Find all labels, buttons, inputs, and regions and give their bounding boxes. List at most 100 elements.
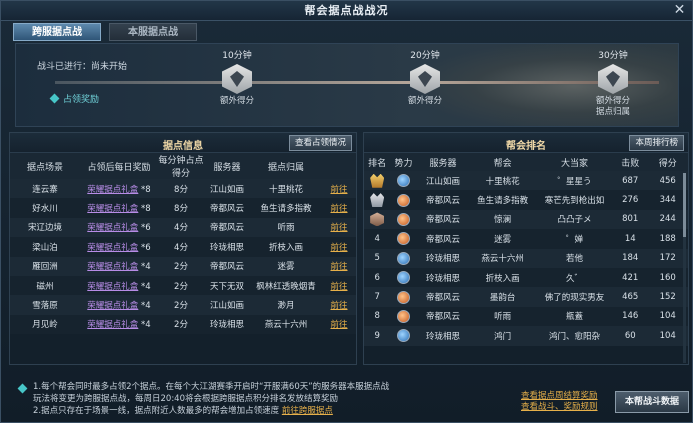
faction-cell bbox=[390, 209, 417, 230]
tab-cross-server[interactable]: 跨服据点战 bbox=[13, 23, 101, 41]
kills: 14 bbox=[613, 229, 648, 249]
guild-name: 听雨 bbox=[469, 306, 537, 327]
goto-link[interactable]: 前往 bbox=[330, 204, 347, 214]
owner-guild: 十里桃花 bbox=[250, 179, 322, 199]
panel-header: 帮会排名 本周排行榜 bbox=[364, 133, 688, 153]
reward-gift-link[interactable]: 荣耀据点礼盒 bbox=[87, 282, 138, 292]
leader-name: 鸿门、愈阳杂 bbox=[536, 326, 614, 346]
goto-cell: 前往 bbox=[322, 198, 356, 218]
ranking-scrollbar[interactable] bbox=[683, 173, 686, 363]
guild-ranking-panel: 帮会排名 本周排行榜 排名 势力 服务器 帮会 大当家 击败 得分 江山如画 十里… bbox=[363, 132, 689, 365]
guild-name: 惊澜 bbox=[469, 209, 537, 230]
guild-name: 迷雾 bbox=[469, 229, 537, 249]
kills: 184 bbox=[613, 248, 648, 268]
checkpoint-20min: 20分钟 额外得分 bbox=[393, 48, 457, 107]
tab-local-server[interactable]: 本服据点战 bbox=[109, 23, 197, 41]
occupy-reward-link[interactable]: 占领奖励 bbox=[49, 92, 99, 105]
goto-link[interactable]: 前往 bbox=[330, 282, 347, 292]
score-per-minute: 2分 bbox=[158, 275, 204, 296]
col-header: 势力 bbox=[390, 153, 417, 171]
reward-qty: *4 bbox=[141, 320, 151, 331]
goto-link[interactable]: 前往 bbox=[330, 262, 347, 272]
scene-name: 磁州 bbox=[10, 275, 80, 296]
rules-link[interactable]: 查看战斗、奖励规则 bbox=[521, 402, 598, 412]
score-per-minute: 8分 bbox=[158, 179, 204, 199]
daily-reward: 荣耀据点礼盒 *6 bbox=[80, 217, 158, 238]
table-row: 雁回洲 荣耀据点礼盒 *4 2分 帝都风云 迷雾 前往 bbox=[10, 256, 356, 276]
guild-stats-button[interactable]: 本帮战斗数据 bbox=[615, 391, 689, 413]
owner-guild: 渺月 bbox=[250, 295, 322, 315]
scene-name: 月见岭 bbox=[10, 314, 80, 335]
owner-guild: 枫林红透晚烟青 bbox=[250, 275, 322, 296]
kills: 687 bbox=[613, 171, 648, 191]
goto-link[interactable]: 前往 bbox=[330, 320, 347, 330]
reward-gift-link[interactable]: 荣耀据点礼盒 bbox=[87, 223, 138, 233]
reward-gift-link[interactable]: 荣耀据点礼盒 bbox=[87, 320, 138, 330]
faction-blue-icon bbox=[396, 329, 410, 343]
leader-name: 若他 bbox=[536, 248, 614, 268]
reward-gift-link[interactable]: 荣耀据点礼盒 bbox=[87, 262, 138, 272]
gem-icon bbox=[49, 93, 60, 104]
rank-cell bbox=[364, 171, 391, 191]
score: 152 bbox=[647, 287, 688, 307]
table-row: 5 玲珑相思 燕云十六州 若他 184 172 bbox=[364, 248, 688, 268]
reward-qty: *6 bbox=[141, 242, 151, 253]
table-row: 7 帝都风云 墨韵台 佛了的现实男友 465 152 bbox=[364, 287, 688, 307]
goto-link[interactable]: 前往 bbox=[330, 301, 347, 311]
goto-cell: 前往 bbox=[322, 275, 356, 296]
rank-cell bbox=[364, 190, 391, 210]
server-name: 江山如画 bbox=[204, 295, 250, 315]
table-row: 4 帝都风云 迷雾 ゜婵 14 188 bbox=[364, 229, 688, 249]
footer: 1.每个帮会同时最多占领2个据点。在每个大江湖赛季开启时“开服满60天”的服务器… bbox=[9, 382, 689, 420]
faction-orange-icon bbox=[396, 309, 410, 323]
faction-orange-icon bbox=[396, 290, 410, 304]
goto-cell: 前往 bbox=[322, 179, 356, 199]
leader-name: 佛了的现实男友 bbox=[536, 287, 614, 307]
table-row: 9 玲珑相思 鸿门 鸿门、愈阳杂 60 104 bbox=[364, 326, 688, 346]
faction-cell bbox=[390, 306, 417, 327]
guild-name: 折枝入画 bbox=[469, 267, 537, 288]
reward-qty: *4 bbox=[141, 301, 151, 312]
leader-name: 瓶蓋 bbox=[536, 306, 614, 327]
goto-link[interactable]: 前往 bbox=[330, 185, 347, 195]
guild-name: 燕云十六州 bbox=[469, 248, 537, 268]
reward-gift-link[interactable]: 荣耀据点礼盒 bbox=[87, 243, 138, 253]
flag-icon bbox=[222, 64, 252, 94]
table-row: 帝都风云 鱼生请多指教 寒芒先到枪出如 276 344 bbox=[364, 190, 688, 210]
goto-link[interactable]: 前往 bbox=[330, 223, 347, 233]
checkpoint-desc: 额外得分 bbox=[407, 96, 442, 106]
close-icon[interactable]: ✕ bbox=[672, 3, 688, 19]
server-name: 江山如画 bbox=[416, 171, 470, 191]
goto-link[interactable]: 前往 bbox=[330, 243, 347, 253]
rank-cell: 6 bbox=[364, 267, 391, 288]
table-header-row: 据点场景 占领后每日奖励 每分钟占点得分 服务器 据点归属 bbox=[10, 153, 356, 179]
daily-reward: 荣耀据点礼盒 *4 bbox=[80, 295, 158, 315]
weekly-reward-link[interactable]: 查看据点周结算奖励 bbox=[521, 391, 598, 401]
owner-guild: 折枝入画 bbox=[250, 237, 322, 257]
leader-name: ゜婵 bbox=[536, 229, 614, 249]
weekly-leaderboard-button[interactable]: 本周排行榜 bbox=[629, 135, 684, 151]
server-name: 帝都风云 bbox=[416, 287, 470, 307]
view-occupation-button[interactable]: 查看占领情况 bbox=[288, 135, 352, 151]
checkpoint-time: 20分钟 bbox=[410, 51, 440, 61]
stronghold-table: 据点场景 占领后每日奖励 每分钟占点得分 服务器 据点归属 连云寨 荣耀据点礼盒 … bbox=[10, 153, 356, 335]
reward-gift-link[interactable]: 荣耀据点礼盒 bbox=[87, 204, 138, 214]
reward-gift-link[interactable]: 荣耀据点礼盒 bbox=[87, 185, 138, 195]
checkpoint-desc: 额外得分 bbox=[595, 96, 630, 106]
score: 104 bbox=[647, 326, 688, 346]
daily-reward: 荣耀据点礼盒 *6 bbox=[80, 237, 158, 257]
reward-qty: *8 bbox=[141, 204, 151, 215]
battle-progress-banner bbox=[15, 43, 679, 127]
goto-cross-server-link[interactable]: 前往跨服据点 bbox=[282, 406, 333, 416]
owner-guild: 燕云十六州 bbox=[250, 314, 322, 335]
scrollbar-thumb[interactable] bbox=[683, 173, 686, 237]
faction-cell bbox=[390, 248, 417, 268]
score-per-minute: 2分 bbox=[158, 256, 204, 276]
checkpoint-10min: 10分钟 额外得分 bbox=[205, 48, 269, 107]
faction-orange-icon bbox=[396, 193, 410, 207]
checkpoint-time: 30分钟 bbox=[598, 51, 628, 61]
col-header: 服务器 bbox=[416, 153, 470, 171]
reward-gift-link[interactable]: 荣耀据点礼盒 bbox=[87, 301, 138, 311]
scene-name: 雁回洲 bbox=[10, 256, 80, 276]
owner-guild: 鱼生请多指教 bbox=[250, 198, 322, 218]
